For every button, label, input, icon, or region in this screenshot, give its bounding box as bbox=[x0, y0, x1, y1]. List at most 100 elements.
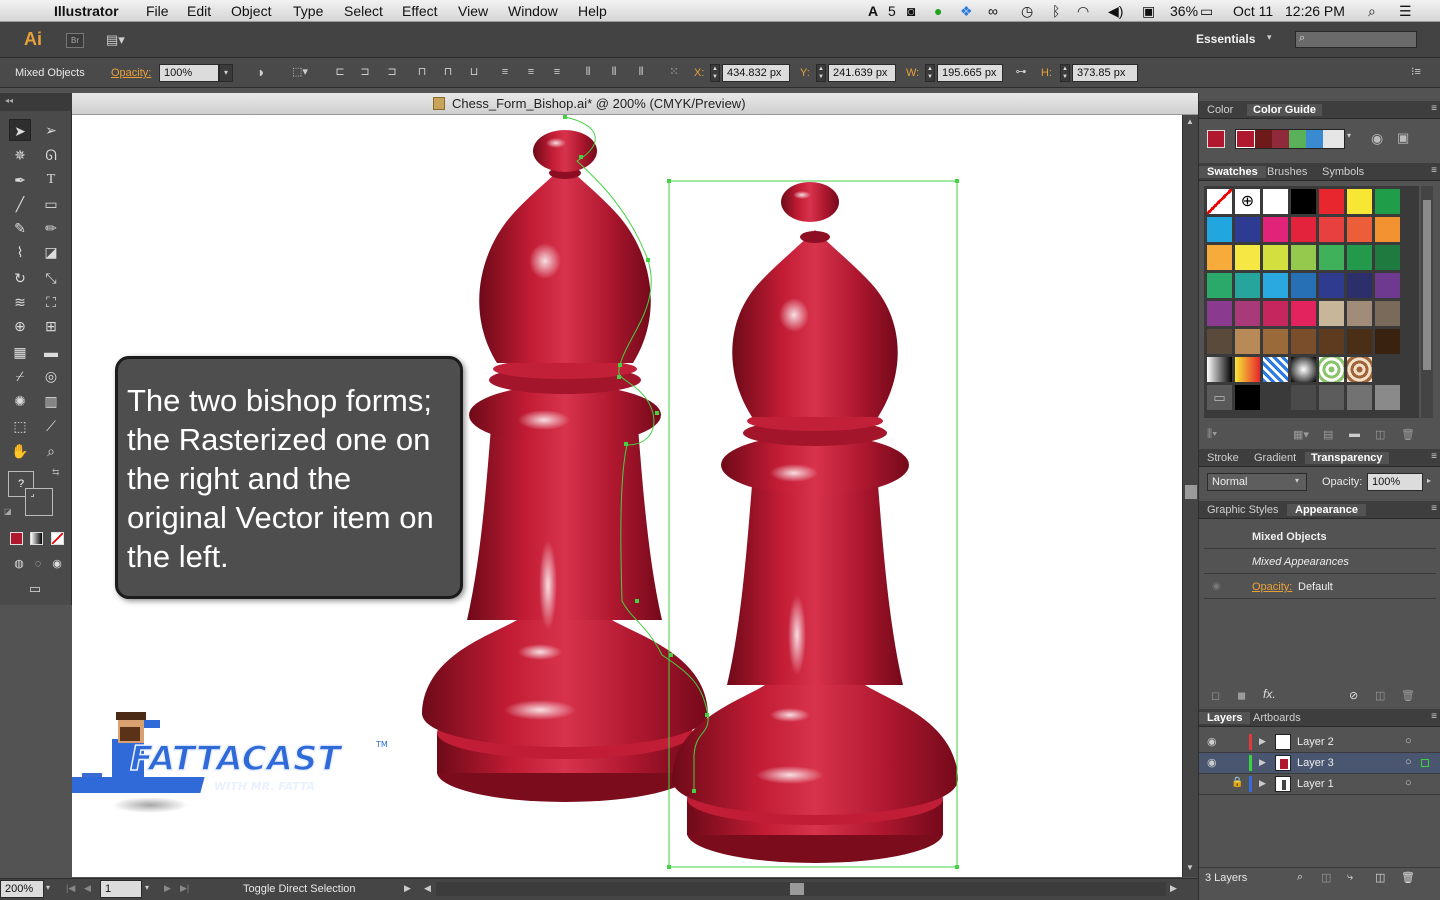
distribute-bottom-icon[interactable]: ≡ bbox=[549, 65, 565, 79]
opacity-input[interactable]: 100% bbox=[159, 64, 219, 82]
dropbox-icon[interactable]: ❖ bbox=[960, 3, 973, 20]
transparency-opacity-dropdown-icon[interactable]: ▸ bbox=[1427, 476, 1431, 485]
workspace-chevron-icon[interactable]: ▾ bbox=[1267, 32, 1272, 43]
color-swatch[interactable] bbox=[1318, 216, 1345, 243]
menu-select[interactable]: Select bbox=[344, 3, 383, 19]
layer-target-icon[interactable]: ○ bbox=[1405, 735, 1412, 747]
color-swatch[interactable] bbox=[1206, 300, 1233, 327]
tab-brushes[interactable]: Brushes bbox=[1267, 166, 1307, 178]
distribute-top-icon[interactable]: ≡ bbox=[497, 65, 513, 79]
tab-appearance[interactable]: Appearance bbox=[1287, 504, 1366, 516]
align-right-icon[interactable]: ⊐ bbox=[384, 65, 400, 79]
w-stepper-icon[interactable]: ▲ ▼ bbox=[925, 64, 935, 82]
lasso-tool-icon[interactable]: ᘏ bbox=[40, 144, 62, 166]
gray-swatch[interactable] bbox=[1262, 384, 1289, 411]
menu-edit[interactable]: Edit bbox=[187, 3, 211, 19]
rectangle-tool-icon[interactable]: ▭ bbox=[40, 193, 62, 215]
gray-swatch[interactable] bbox=[1346, 384, 1373, 411]
transparency-opacity-input[interactable]: 100% bbox=[1367, 473, 1423, 491]
distribute-vertical-center-icon[interactable]: ≡ bbox=[523, 65, 539, 79]
create-sublayer-icon[interactable]: ⤷ bbox=[1347, 871, 1353, 884]
slice-tool-icon[interactable]: ⟋ bbox=[40, 415, 62, 437]
tab-artboards[interactable]: Artboards bbox=[1253, 712, 1301, 724]
color-swatch[interactable] bbox=[1262, 300, 1289, 327]
selection-tool-icon[interactable]: ➤ bbox=[9, 119, 31, 141]
vertical-scrollbar[interactable]: ▲ ▼ bbox=[1182, 115, 1198, 877]
artboard-canvas[interactable]: FATTACAST TM WITH MR. FATTA The two bish… bbox=[72, 115, 1182, 877]
menu-view[interactable]: View bbox=[458, 3, 488, 19]
direct-selection-tool-icon[interactable]: ➢ bbox=[40, 119, 62, 141]
harmony-swatch[interactable] bbox=[1289, 130, 1307, 148]
blend-mode-dropdown-icon[interactable]: ▾ bbox=[1295, 476, 1299, 485]
layer-row[interactable]: ◉ ▶ Layer 2 ○ bbox=[1199, 732, 1440, 753]
recolor-artwork-icon[interactable]: ◑ bbox=[252, 65, 268, 79]
layer-expand-icon[interactable]: ▶ bbox=[1259, 757, 1266, 768]
last-artboard-icon[interactable]: ▶| bbox=[180, 883, 189, 894]
layer-row[interactable]: ◉ ▶ Layer 3 ○ bbox=[1199, 753, 1440, 774]
menu-file[interactable]: File bbox=[146, 3, 169, 19]
volume-icon[interactable]: ◀) bbox=[1108, 3, 1123, 20]
default-fill-stroke-icon[interactable]: ◪ bbox=[4, 507, 12, 516]
layer-visibility-eye-icon[interactable]: ◉ bbox=[1207, 756, 1217, 769]
tab-layers[interactable]: Layers bbox=[1199, 712, 1251, 724]
gradient-tool-icon[interactable]: ▬ bbox=[40, 341, 62, 363]
gray-swatch[interactable] bbox=[1318, 384, 1345, 411]
layer-selected-indicator[interactable] bbox=[1421, 759, 1429, 767]
spotlight-search-icon[interactable]: ⌕ bbox=[1368, 3, 1376, 20]
color-swatch[interactable] bbox=[1318, 188, 1345, 215]
layers-panel-menu-icon[interactable]: ≡ bbox=[1431, 711, 1437, 722]
menu-type[interactable]: Type bbox=[293, 3, 323, 19]
swatch-folder-icon[interactable]: ▭ bbox=[1206, 384, 1233, 411]
swap-fill-stroke-icon[interactable]: ⇆ bbox=[52, 467, 60, 478]
swatch-libraries-menu-icon[interactable]: ⫼▾ bbox=[1207, 428, 1217, 441]
color-swatch[interactable] bbox=[1290, 188, 1317, 215]
notification-center-icon[interactable]: ☰ bbox=[1399, 3, 1412, 20]
pen-tool-icon[interactable]: ✒ bbox=[9, 169, 31, 191]
draw-inside-icon[interactable]: ◉ bbox=[46, 553, 68, 575]
tab-gradient[interactable]: Gradient bbox=[1254, 452, 1296, 464]
scale-tool-icon[interactable]: ⤡ bbox=[40, 267, 62, 289]
color-swatch[interactable] bbox=[1346, 216, 1373, 243]
wifi-icon[interactable]: ◠ bbox=[1077, 3, 1089, 20]
reference-point-icon[interactable]: ⁙ bbox=[666, 65, 682, 79]
color-swatch[interactable] bbox=[1262, 244, 1289, 271]
menu-effect[interactable]: Effect bbox=[402, 3, 438, 19]
help-search-input[interactable]: ⌕ bbox=[1295, 31, 1417, 48]
color-swatch[interactable] bbox=[1290, 272, 1317, 299]
previous-artboard-icon[interactable]: ◀ bbox=[84, 883, 91, 894]
delete-swatch-icon[interactable]: 🗑 bbox=[1401, 428, 1415, 441]
locate-object-icon[interactable]: ⌕ bbox=[1297, 871, 1303, 884]
harmony-rules-dropdown-icon[interactable]: ▾ bbox=[1347, 131, 1351, 140]
color-swatch[interactable] bbox=[1290, 328, 1317, 355]
gradient-pattern-swatch[interactable] bbox=[1290, 356, 1317, 383]
perspective-grid-tool-icon[interactable]: ⊞ bbox=[40, 315, 62, 337]
display-icon[interactable]: ▣ bbox=[1142, 3, 1155, 20]
add-new-effect-icon[interactable]: fx. bbox=[1263, 687, 1276, 701]
color-swatch[interactable] bbox=[1234, 244, 1261, 271]
color-swatch[interactable] bbox=[1318, 272, 1345, 299]
adobe-application-manager-icon[interactable]: A bbox=[868, 3, 878, 19]
blend-tool-icon[interactable]: ◎ bbox=[40, 365, 62, 387]
y-stepper-icon[interactable]: ▲ ▼ bbox=[816, 64, 826, 82]
tab-graphic-styles[interactable]: Graphic Styles bbox=[1207, 504, 1279, 516]
color-swatch[interactable] bbox=[1290, 300, 1317, 327]
status-menu-icon[interactable]: ▶ bbox=[404, 883, 411, 894]
screen-mode-icon[interactable]: ▭ bbox=[24, 578, 46, 600]
layer-name[interactable]: Layer 3 bbox=[1297, 757, 1334, 769]
gradient-pattern-swatch[interactable] bbox=[1262, 356, 1289, 383]
menu-object[interactable]: Object bbox=[231, 3, 271, 19]
current-color-swatch[interactable] bbox=[1207, 130, 1225, 148]
gray-swatch[interactable] bbox=[1374, 384, 1401, 411]
scroll-left-icon[interactable]: ◀ bbox=[424, 883, 431, 894]
color-swatch[interactable] bbox=[1318, 244, 1345, 271]
w-input[interactable]: 195.665 px bbox=[937, 64, 1003, 82]
color-swatch[interactable] bbox=[1374, 244, 1401, 271]
bluetooth-icon[interactable]: ᛒ bbox=[1052, 3, 1060, 19]
eyedropper-tool-icon[interactable]: ⌿ bbox=[9, 365, 31, 387]
harmony-colors-strip[interactable] bbox=[1235, 129, 1345, 149]
opacity-dropdown-icon[interactable]: ▾ bbox=[219, 64, 233, 82]
stroke-swatch[interactable] bbox=[25, 488, 53, 516]
layer-name[interactable]: Layer 2 bbox=[1297, 736, 1334, 748]
swatches-scroll-thumb[interactable] bbox=[1423, 200, 1431, 370]
symbol-sprayer-tool-icon[interactable]: ✺ bbox=[9, 390, 31, 412]
